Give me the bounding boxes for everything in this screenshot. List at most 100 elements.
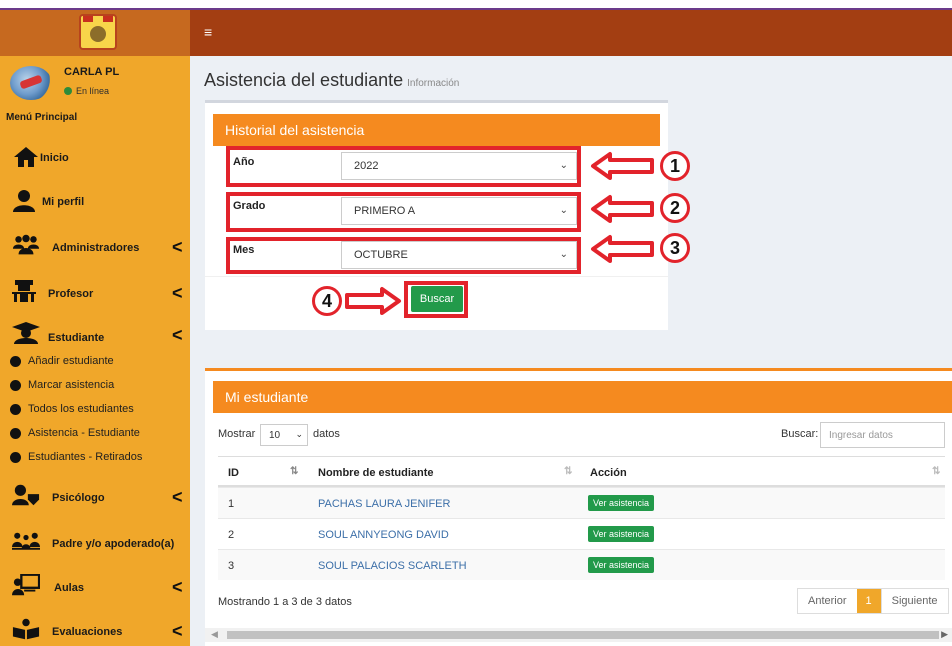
user-name: CARLA PL [64,66,120,78]
sort-icon[interactable]: ⇅ [564,466,572,477]
chevron-left-icon: < [172,487,183,507]
row-student-name[interactable]: SOUL PALACIOS SCARLETH [318,560,467,572]
chevron-left-icon: < [172,237,183,257]
users-icon [12,234,40,255]
sidebar-item-label: Aulas [54,582,84,594]
pagination-current[interactable]: 1 [856,589,881,613]
annotation-number: 4 [312,286,342,316]
user-status: En línea [64,86,109,96]
home-icon [14,147,38,167]
subitem-label: Asistencia - Estudiante [28,427,140,439]
page-length-value: 10 [269,430,281,441]
row-id: 1 [228,498,235,510]
user-icon [13,190,35,212]
table-row: 3 SOUL PALACIOS SCARLETH Ver asistencia [218,549,945,580]
arrow-left-icon [591,195,654,223]
view-attendance-button[interactable]: Ver asistencia [588,557,655,573]
chevron-left-icon: < [172,325,183,345]
table-header-row: ID ⇅ Nombre de estudiante ⇅ Acción ⇅ [218,456,945,487]
page-title: Asistencia del estudiante Información [204,70,459,91]
subitem-anadir-estudiante[interactable]: Añadir estudiante [10,353,190,373]
book-reader-icon [12,618,40,640]
table-search-input[interactable]: Ingresar datos [820,422,945,448]
chevron-down-icon: ⌄ [295,429,303,439]
page-length-select[interactable]: 10 ⌄ [260,424,308,446]
subitem-label: Estudiantes - Retirados [28,451,143,463]
teacher-icon [12,280,36,302]
logo-area [0,10,190,56]
sidebar: CARLA PL En línea Menú Principal Inicio … [0,10,190,646]
pagination-next[interactable]: Siguiente [880,589,948,613]
sidebar-item-label: Estudiante [48,332,105,344]
scroll-right-icon[interactable]: ▶ [941,629,948,640]
graduate-icon [12,322,40,344]
avatar [10,66,52,100]
bullet-icon [10,404,21,415]
sidebar-item-label: Psicólogo [52,492,105,504]
subitem-estudiantes-retirados[interactable]: Estudiantes - Retirados [10,449,190,469]
subitem-todos-estudiantes[interactable]: Todos los estudiantes [10,401,190,421]
sidebar-item-evaluaciones[interactable]: Evaluaciones < [0,614,190,646]
students-box-title: Mi estudiante [213,381,952,413]
show-entries-label: Mostrar [218,428,256,440]
pagination: Anterior 1 Siguiente [797,588,949,614]
box-divider [205,276,668,277]
view-attendance-button[interactable]: Ver asistencia [588,526,655,542]
sidebar-item-administradores[interactable]: Administradores < [0,230,190,262]
logo-flag-left [83,16,93,22]
page-subtitle: Información [407,78,460,89]
sidebar-item-padre-apoderado[interactable]: Padre y/o apoderado(a) [0,526,190,558]
scrollbar-thumb[interactable] [227,631,939,639]
psychologist-icon [12,484,40,506]
table-row: 1 PACHAS LAURA JENIFER Ver asistencia [218,487,945,518]
table-info: Mostrando 1 a 3 de 3 datos [218,596,352,608]
column-header-id[interactable]: ID [228,467,239,479]
sidebar-item-aulas[interactable]: Aulas < [0,570,190,602]
page-title-text: Asistencia del estudiante [204,70,404,90]
sidebar-item-profesor[interactable]: Profesor < [0,276,190,308]
table-search-label: Buscar: [781,428,819,440]
highlight-frame-grade [226,192,581,232]
online-dot-icon [64,87,72,95]
family-icon [12,532,40,550]
table-row: 2 SOUL ANNYEONG DAVID Ver asistencia [218,518,945,549]
sidebar-item-psicologo[interactable]: Psicólogo < [0,480,190,512]
subitem-marcar-asistencia[interactable]: Marcar asistencia [10,377,190,397]
classroom-icon [12,574,40,596]
sidebar-item-inicio[interactable]: Inicio [0,142,190,174]
sidebar-item-estudiante[interactable]: Estudiante < [0,318,190,350]
pagination-prev[interactable]: Anterior [798,589,857,613]
menu-toggle-icon[interactable]: ≡ [204,25,212,39]
annotation-number: 2 [660,193,690,223]
row-student-name[interactable]: PACHAS LAURA JENIFER [318,498,450,510]
row-id: 2 [228,529,235,541]
attendance-history-title: Historial del asistencia [213,114,660,146]
bullet-icon [10,452,21,463]
subitem-asistencia-estudiante[interactable]: Asistencia - Estudiante [10,425,190,445]
view-attendance-button[interactable]: Ver asistencia [588,495,655,511]
chevron-left-icon: < [172,577,183,597]
sort-icon[interactable]: ⇅ [932,466,940,477]
subitem-label: Todos los estudiantes [28,403,134,415]
bullet-icon [10,356,21,367]
sidebar-item-label: Administradores [52,242,140,254]
highlight-frame-month [226,237,581,274]
column-header-name[interactable]: Nombre de estudiante [318,467,434,479]
arrow-right-icon [345,287,401,315]
logo-flag-right [103,16,113,22]
entries-label: datos [313,428,340,440]
row-id: 3 [228,560,235,572]
highlight-frame-year [226,146,581,187]
user-status-text: En línea [76,86,110,96]
top-strip [0,0,952,10]
sidebar-item-label: Padre y/o apoderado(a) [52,538,175,550]
school-logo[interactable] [79,14,117,50]
row-student-name[interactable]: SOUL ANNYEONG DAVID [318,529,449,541]
scroll-left-icon[interactable]: ◀ [211,629,218,640]
subitem-label: Añadir estudiante [28,355,114,367]
sidebar-item-label: Profesor [48,288,94,300]
sort-asc-icon[interactable]: ⇅ [290,466,298,477]
sidebar-item-mi-perfil[interactable]: Mi perfil [0,186,190,218]
column-header-action[interactable]: Acción [590,467,627,479]
horizontal-scrollbar[interactable]: ◀ ▶ [205,628,952,642]
